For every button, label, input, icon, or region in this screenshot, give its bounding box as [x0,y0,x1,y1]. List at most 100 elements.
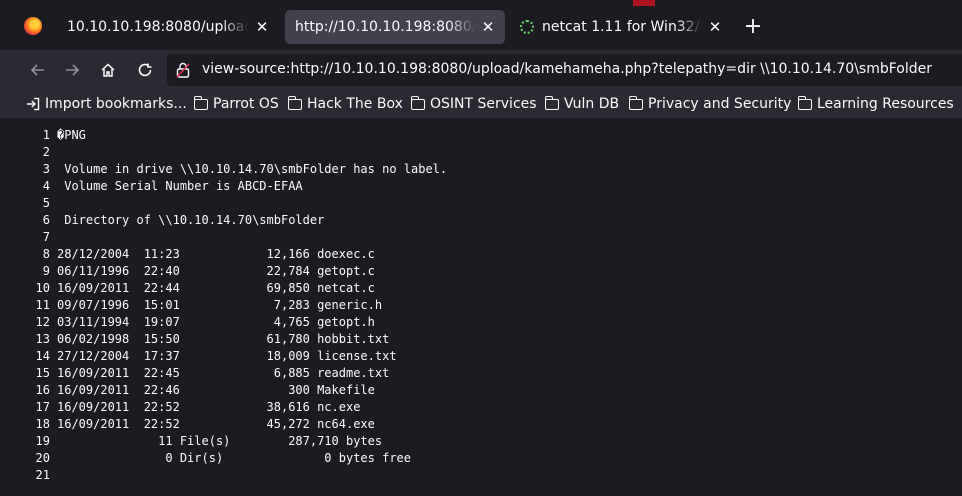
line-number: 5 [14,195,50,212]
bookmark-label: Import bookmarks... [45,96,187,112]
source-line: 21 [14,467,962,484]
line-number: 6 [14,212,50,229]
tab-title: netcat 1.11 for Win32/Win64 [542,19,702,35]
source-line: 8 28/12/2004 11:23 12,166 doexec.c [14,246,962,263]
line-number: 11 [14,297,50,314]
line-text: Volume in drive \\10.10.14.70\smbFolder … [57,161,447,178]
source-line: 6 Directory of \\10.10.14.70\smbFolder [14,212,962,229]
line-number: 20 [14,450,50,467]
netcat-favicon-icon [520,20,534,34]
line-text: 16/09/2011 22:52 45,272 nc64.exe [57,416,375,433]
line-text: 06/11/1996 22:40 22,784 getopt.c [57,263,375,280]
source-line: 7 [14,229,962,246]
source-line: 18 16/09/2011 22:52 45,272 nc64.exe [14,416,962,433]
line-number: 1 [14,127,50,144]
source-line: 14 27/12/2004 17:37 18,009 license.txt [14,348,962,365]
forward-arrow-icon[interactable] [58,56,86,84]
bookmark-import[interactable]: Import bookmarks... [26,94,187,114]
line-text: �PNG [57,127,86,144]
new-tab-plus-icon[interactable]: + [740,13,766,41]
line-text: 11 File(s) 287,710 bytes [57,433,382,450]
view-source-content: 1 �PNG 2  3 Volume in drive \\10.10.14.70\s… [14,118,962,496]
line-text: 16/09/2011 22:52 38,616 nc.exe [57,399,360,416]
tab-title: 10.10.10.198:8080/upload/kamehameha.php [67,19,249,35]
folder-icon [194,99,208,110]
source-line: 11 09/07/1996 15:01 7,283 generic.h [14,297,962,314]
bookmark-folder-vuln-db[interactable]: Vuln DB [545,94,619,114]
close-icon[interactable]: ✕ [253,18,271,36]
line-number: 18 [14,416,50,433]
source-line: 19 11 File(s) 287,710 bytes [14,433,962,450]
line-number: 12 [14,314,50,331]
url-text[interactable]: view-source:http://10.10.10.198:8080/upl… [202,61,932,77]
line-number: 7 [14,229,50,246]
folder-icon [798,99,812,110]
line-number: 13 [14,331,50,348]
line-text: 27/12/2004 17:37 18,009 license.txt [57,348,397,365]
tab-active-view-source[interactable]: http://10.10.10.198:8080/upload/kamehame… [285,10,505,44]
tab-strip: 10.10.10.198:8080/upload/kamehameha.php … [0,0,962,50]
source-line: 5 [14,195,962,212]
line-text: Volume Serial Number is ABCD-EFAA [57,178,303,195]
bookmarks-toolbar: Import bookmarks... Parrot OS Hack The B… [0,90,962,118]
firefox-menu-icon[interactable] [24,17,42,35]
back-arrow-icon[interactable] [24,56,52,84]
folder-icon [411,99,425,110]
line-number: 14 [14,348,50,365]
navigation-toolbar: view-source:http://10.10.10.198:8080/upl… [0,50,962,90]
line-number: 9 [14,263,50,280]
source-line: 10 16/09/2011 22:44 69,850 netcat.c [14,280,962,297]
source-line: 4 Volume Serial Number is ABCD-EFAA [14,178,962,195]
source-line: 17 16/09/2011 22:52 38,616 nc.exe [14,399,962,416]
source-line: 9 06/11/1996 22:40 22,784 getopt.c [14,263,962,280]
line-number: 16 [14,382,50,399]
source-line: 2  [14,144,962,161]
close-icon[interactable]: ✕ [706,18,724,36]
browser-window: 10.10.10.198:8080/upload/kamehameha.php … [0,0,962,496]
source-line: 16 16/09/2011 22:46 300 Makefile [14,382,962,399]
line-text: 0 Dir(s) 0 bytes free [57,450,411,467]
source-line: 12 03/11/1994 19:07 4,765 getopt.h [14,314,962,331]
close-icon[interactable]: ✕ [479,18,497,36]
source-line: 3 Volume in drive \\10.10.14.70\smbFolde… [14,161,962,178]
source-line: 20 0 Dir(s) 0 bytes free [14,450,962,467]
line-text: 09/07/1996 15:01 7,283 generic.h [57,297,382,314]
bookmark-label: Hack The Box [307,96,403,112]
import-icon [26,97,40,111]
bookmark-folder-osint-services[interactable]: OSINT Services [411,94,537,114]
line-text: 16/09/2011 22:44 69,850 netcat.c [57,280,375,297]
line-number: 21 [14,467,50,484]
line-number: 3 [14,161,50,178]
line-text: Directory of \\10.10.14.70\smbFolder [57,212,324,229]
bookmark-folder-hack-the-box[interactable]: Hack The Box [288,94,403,114]
line-number: 8 [14,246,50,263]
url-bar[interactable]: view-source:http://10.10.10.198:8080/upl… [167,54,962,86]
bookmark-label: Parrot OS [213,96,279,112]
line-text: 16/09/2011 22:45 6,885 readme.txt [57,365,389,382]
folder-icon [288,99,302,110]
home-icon[interactable] [94,56,122,84]
bookmark-folder-learning-resources[interactable]: Learning Resources [798,94,954,114]
line-number: 15 [14,365,50,382]
folder-icon [629,99,643,110]
line-number: 2 [14,144,50,161]
reload-icon[interactable] [131,56,159,84]
tab-netcat[interactable]: netcat 1.11 for Win32/Win64 ✕ [510,10,732,44]
bookmark-label: Privacy and Security [648,96,791,112]
source-line: 1 �PNG [14,127,962,144]
bookmark-label: Learning Resources [817,96,954,112]
bookmark-folder-privacy-security[interactable]: Privacy and Security [629,94,791,114]
line-number: 4 [14,178,50,195]
line-text: 03/11/1994 19:07 4,765 getopt.h [57,314,375,331]
line-number: 10 [14,280,50,297]
source-line: 13 06/02/1998 15:50 61,780 hobbit.txt [14,331,962,348]
lock-warning-icon[interactable] [176,62,190,78]
background-accent [633,0,655,6]
bookmark-folder-parrot-os[interactable]: Parrot OS [194,94,279,114]
folder-icon [545,99,559,110]
line-text: 06/02/1998 15:50 61,780 hobbit.txt [57,331,389,348]
source-line: 15 16/09/2011 22:45 6,885 readme.txt [14,365,962,382]
tab-title: http://10.10.10.198:8080/upload/kamehame… [295,19,475,35]
line-text: 16/09/2011 22:46 300 Makefile [57,382,375,399]
tab-upload[interactable]: 10.10.10.198:8080/upload/kamehameha.php … [57,10,279,44]
